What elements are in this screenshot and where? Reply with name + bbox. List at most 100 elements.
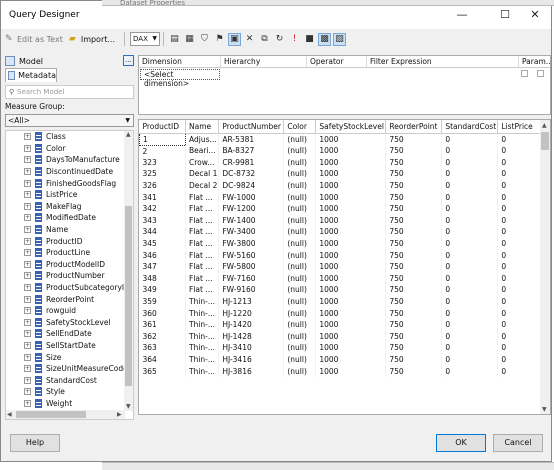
expand-icon[interactable]: + (24, 399, 31, 407)
tree-item[interactable]: + ProductSubcategoryID (6, 282, 133, 294)
tree-item[interactable]: + Color (6, 143, 133, 155)
tree-item[interactable]: + rowguid (6, 305, 133, 317)
edit-as-text-button[interactable]: ✎ Edit as Text (5, 34, 63, 44)
expand-icon[interactable]: + (24, 133, 31, 141)
tree-item[interactable]: + SellEndDate (6, 328, 133, 340)
table-row[interactable]: 360 Thin-... HJ-1220 (null) 1000 750 0 0 (139, 307, 544, 319)
tab-metadata[interactable]: Metadata (5, 68, 57, 82)
scroll-down-icon[interactable]: ▼ (542, 406, 547, 413)
expand-icon[interactable]: + (24, 341, 31, 349)
table-row[interactable]: 359 Thin-... HJ-1213 (null) 1000 750 0 0 (139, 295, 544, 308)
tree-horizontal-scrollbar[interactable]: ◀ ▶ (6, 410, 125, 419)
tree-item[interactable]: + MakeFlag (6, 201, 133, 213)
tree-item[interactable]: + DiscontinuedDate (6, 166, 133, 178)
tree-item[interactable]: + StandardCost (6, 374, 133, 386)
table-row[interactable]: 346 Flat ... FW-5160 (null) 1000 750 0 0 (139, 249, 544, 261)
execute-icon[interactable]: ! (288, 33, 301, 46)
add-calculated-member-icon[interactable]: ▤ (168, 33, 181, 46)
expand-icon[interactable]: + (24, 330, 31, 338)
expand-icon[interactable]: + (24, 376, 31, 384)
query-mode-icon[interactable]: ▧ (333, 32, 347, 46)
tree-item[interactable]: + ModifiedDate (6, 212, 133, 224)
design-mode-icon[interactable]: ▩ (318, 32, 332, 46)
table-row[interactable]: 323 Crow... CR-9981 (null) 1000 750 0 0 (139, 156, 544, 169)
expand-icon[interactable]: + (24, 388, 31, 396)
expand-icon[interactable]: + (24, 179, 31, 187)
column-header[interactable]: ProductID (139, 120, 186, 134)
cancel-button[interactable]: Cancel (493, 434, 543, 452)
expand-icon[interactable]: + (24, 365, 31, 373)
column-header[interactable]: SafetyStockLevel (315, 120, 387, 134)
scroll-up-icon[interactable]: ▲ (542, 122, 547, 129)
tree-item[interactable]: + ReorderPoint (6, 293, 133, 305)
column-header[interactable]: ProductNumber (218, 120, 285, 134)
select-dimension-cell[interactable]: <Select dimension> (140, 69, 220, 88)
tree-item[interactable]: + SafetyStockLevel (6, 317, 133, 329)
parameter-checkbox[interactable] (537, 70, 544, 77)
table-row[interactable]: 326 Decal 2 DC-9824 (null) 1000 750 0 0 (139, 179, 544, 192)
table-row[interactable]: 363 Thin-... HJ-3410 (null) 1000 750 0 0 (139, 342, 544, 354)
column-header[interactable]: Name (185, 120, 220, 134)
table-row[interactable]: 361 Thin-... HJ-1420 (null) 1000 750 0 0 (139, 318, 544, 331)
tree-item[interactable]: + DaysToManufacture (6, 154, 133, 166)
expand-icon[interactable]: + (24, 168, 31, 176)
expand-icon[interactable]: + (24, 295, 31, 303)
results-grid[interactable]: ProductID Name ProductNumber Color SafetySto… (138, 119, 551, 415)
expand-icon[interactable]: + (24, 272, 31, 280)
expand-icon[interactable]: + (24, 249, 31, 257)
ok-button[interactable]: OK (436, 434, 486, 452)
table-row[interactable]: 365 Thin-... HJ-3816 (null) 1000 750 0 0 (139, 365, 544, 377)
expand-icon[interactable]: + (24, 237, 31, 245)
table-row[interactable]: 344 Flat ... FW-3400 (null) 1000 750 0 0 (139, 226, 544, 238)
refresh-icon[interactable]: ↻ (273, 33, 286, 46)
expand-icon[interactable]: + (24, 353, 31, 361)
scroll-thumb[interactable] (541, 132, 549, 150)
tree-vertical-scrollbar[interactable]: ▲ ▼ (124, 131, 133, 411)
tree-item[interactable]: + Style (6, 386, 133, 398)
select-model-button[interactable]: ... (123, 55, 134, 66)
expand-icon[interactable]: + (24, 214, 31, 222)
filter-icon[interactable]: ⛉ (198, 33, 211, 46)
measure-group-select[interactable]: <All> ▼ (5, 114, 134, 127)
scroll-down-icon[interactable]: ▼ (126, 403, 131, 410)
auto-execute-icon[interactable]: ⧉ (258, 33, 271, 46)
import-button[interactable]: ▰ Import... (69, 34, 115, 44)
filter-header-hierarchy[interactable]: Hierarchy (221, 56, 307, 67)
table-row[interactable]: 341 Flat ... FW-1000 (null) 1000 750 0 0 (139, 191, 544, 203)
table-row[interactable]: 2 Beari... BA-8327 (null) 1000 750 0 0 (139, 145, 544, 157)
tree-item[interactable]: + ProductModelID (6, 259, 133, 271)
filter-header-operator[interactable]: Operator (307, 56, 367, 67)
table-row[interactable]: 362 Thin-... HJ-1428 (null) 1000 750 0 0 (139, 330, 544, 343)
expand-icon[interactable]: + (24, 191, 31, 199)
filter-header-dimension[interactable]: Dimension (139, 56, 221, 67)
show-empty-cells-icon[interactable]: ▣ (228, 32, 242, 46)
column-header[interactable]: Color (283, 120, 317, 134)
column-header[interactable]: ReorderPoint (385, 120, 443, 134)
tree-item[interactable]: + Size (6, 351, 133, 363)
table-row[interactable]: 348 Flat ... FW-7160 (null) 1000 750 0 0 (139, 272, 544, 285)
tree-item[interactable]: + ProductLine (6, 247, 133, 259)
expand-icon[interactable]: + (24, 226, 31, 234)
scroll-thumb[interactable] (125, 206, 132, 386)
filter-grid[interactable]: Dimension Hierarchy Operator Filter Expr… (138, 55, 551, 115)
tree-item[interactable]: + Name (6, 224, 133, 236)
parameter-checkbox[interactable] (521, 70, 528, 77)
filter-header-expression[interactable]: Filter Expression (367, 56, 519, 67)
tree-item[interactable]: + Weight (6, 398, 133, 410)
tree-item[interactable]: + FinishedGoodsFlag (6, 177, 133, 189)
language-select[interactable]: DAX ▼ (130, 32, 161, 46)
scroll-right-icon[interactable]: ▶ (117, 411, 122, 418)
table-row[interactable]: 342 Flat ... FW-1200 (null) 1000 750 0 0 (139, 202, 544, 215)
expand-icon[interactable]: + (24, 202, 31, 210)
table-row[interactable]: 1 Adjus... AR-5381 (null) 1000 750 0 0 (139, 132, 544, 146)
expand-icon[interactable]: + (24, 156, 31, 164)
scroll-up-icon[interactable]: ▲ (126, 131, 131, 138)
table-row[interactable]: 364 Thin-... HJ-3416 (null) 1000 750 0 0 (139, 353, 544, 366)
close-button[interactable]: ✕ (520, 6, 550, 24)
minimize-button[interactable]: — (447, 6, 477, 24)
filter-header-parameters[interactable]: Param... (519, 56, 550, 67)
cancel-query-icon[interactable]: ■ (303, 33, 316, 46)
results-vertical-scrollbar[interactable]: ▲ ▼ (540, 120, 550, 414)
table-row[interactable]: 349 Flat ... FW-9160 (null) 1000 750 0 0 (139, 284, 544, 296)
scroll-thumb[interactable] (16, 411, 86, 418)
